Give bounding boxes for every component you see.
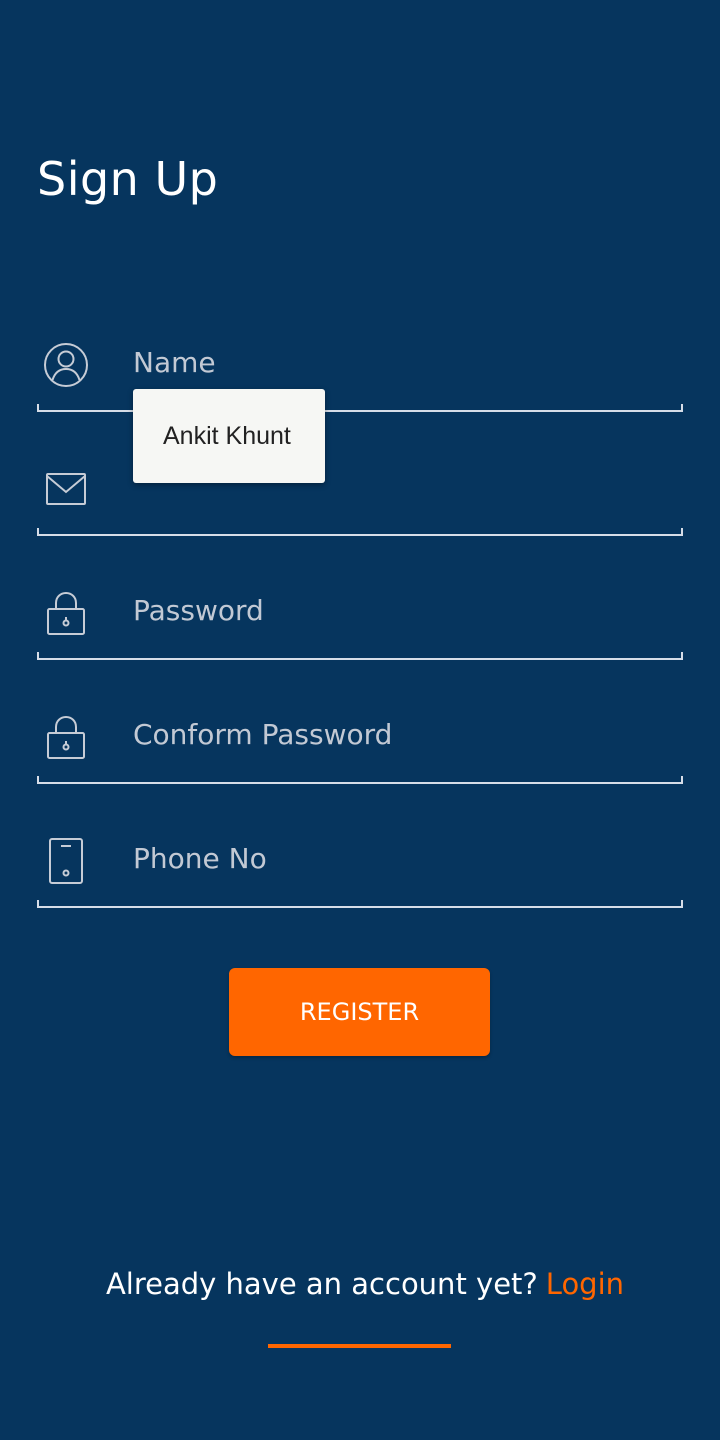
- phone-underline: [37, 900, 683, 908]
- lock-icon: [43, 588, 89, 638]
- confirm-password-field[interactable]: Conform Password: [37, 692, 683, 816]
- name-input[interactable]: Name: [133, 340, 216, 386]
- phone-field[interactable]: Phone No: [37, 816, 683, 940]
- lock-icon: [43, 712, 89, 762]
- autofill-suggestion[interactable]: Ankit Khunt: [163, 420, 291, 452]
- confirm-password-underline: [37, 776, 683, 784]
- confirm-password-input[interactable]: Conform Password: [133, 712, 392, 758]
- login-link[interactable]: Login: [546, 1267, 624, 1301]
- phone-input[interactable]: Phone No: [133, 836, 267, 882]
- login-prompt-text: Already have an account yet?: [105, 1267, 538, 1301]
- user-circle-icon: [43, 340, 89, 390]
- email-underline: [37, 528, 683, 536]
- phone-icon: [43, 836, 89, 886]
- page-title: Sign Up: [37, 152, 219, 206]
- password-underline: [37, 652, 683, 660]
- autofill-popup[interactable]: Ankit Khunt: [133, 389, 325, 483]
- register-button[interactable]: REGISTER: [229, 968, 490, 1056]
- bottom-accent-bar: [268, 1344, 451, 1348]
- password-input[interactable]: Password: [133, 588, 264, 634]
- password-field[interactable]: Password: [37, 568, 683, 692]
- envelope-icon: [43, 464, 89, 514]
- login-prompt-row: Already have an account yet? Login: [0, 1262, 720, 1306]
